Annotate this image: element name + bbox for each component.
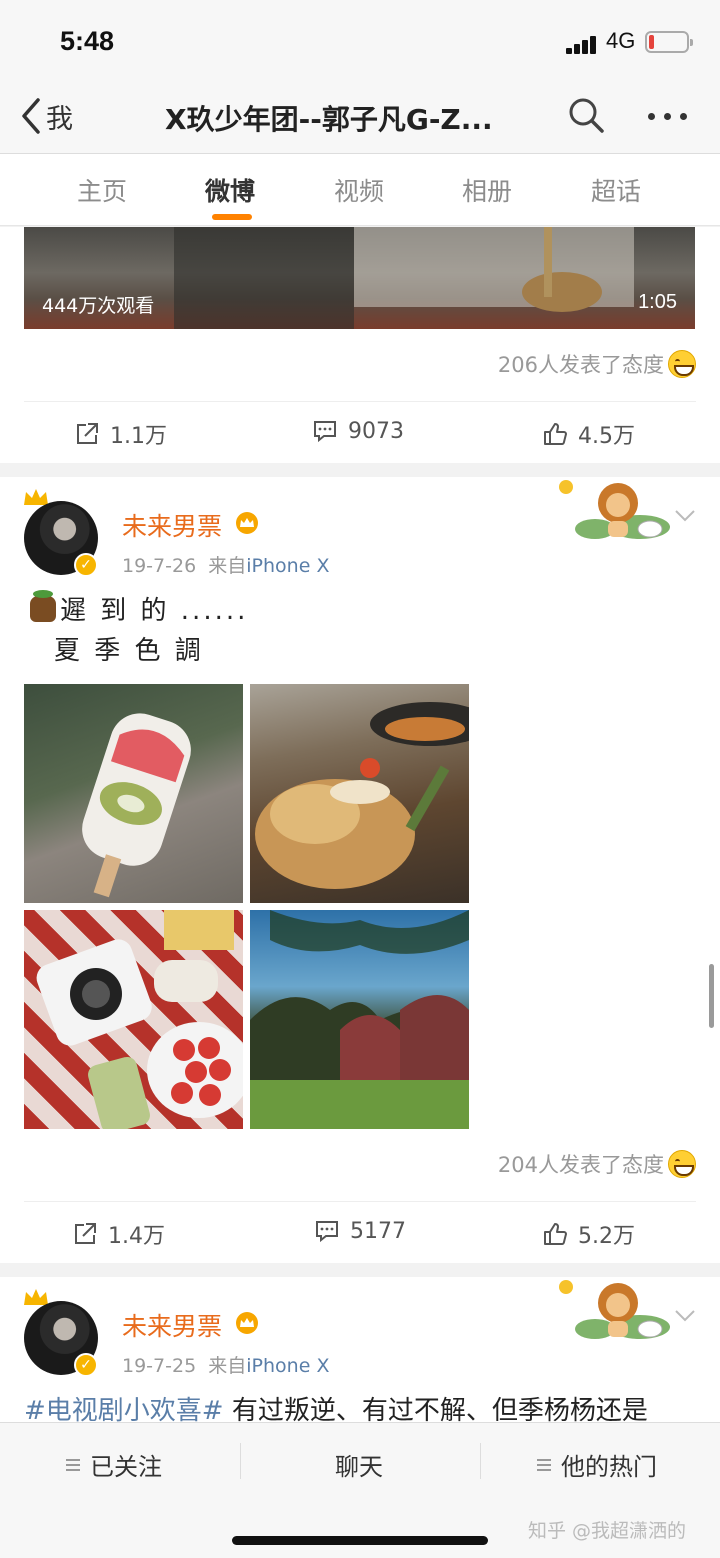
- divider: [0, 1263, 720, 1277]
- reactions-text: 206人发表了态度: [497, 353, 664, 377]
- vip-crown-icon: [236, 1312, 258, 1334]
- status-time: 5:48: [60, 26, 115, 56]
- like-button[interactable]: 4.5万: [542, 418, 635, 450]
- share-icon: [77, 423, 98, 444]
- repost-count: 1.4万: [108, 1224, 165, 1249]
- active-tab-indicator: [212, 214, 252, 220]
- more-button[interactable]: [646, 100, 690, 130]
- tab-video[interactable]: 视频: [334, 172, 384, 208]
- source-prefix: 来自: [208, 555, 247, 577]
- post-source[interactable]: iPhone X: [246, 555, 329, 577]
- tab-weibo[interactable]: 微博: [205, 172, 255, 208]
- post-actions: 1.1万 9073 4.5万: [24, 401, 696, 463]
- comment-button[interactable]: 9073: [312, 418, 404, 444]
- post-meta: 19-7-25 来自iPhone X: [122, 1351, 329, 1378]
- thumbs-up-icon: [544, 1223, 567, 1245]
- hot-posts-button[interactable]: 他的热门: [537, 1447, 657, 1482]
- search-button[interactable]: [566, 95, 606, 135]
- verified-badge-icon: ✓: [74, 1353, 98, 1377]
- verified-badge-icon: ✓: [74, 553, 98, 577]
- comment-button[interactable]: 5177: [314, 1218, 406, 1244]
- profile-tabs: 主页 微博 视频 相册 超话: [0, 154, 720, 226]
- username[interactable]: 未来男票: [122, 1307, 222, 1343]
- comment-count: 9073: [348, 418, 404, 444]
- post-actions: 1.4万 5177 5.2万: [24, 1201, 696, 1263]
- divider: [0, 463, 720, 477]
- photo-popsicle[interactable]: [24, 684, 243, 903]
- following-button[interactable]: 已关注: [66, 1447, 162, 1482]
- video-duration: 1:05: [638, 291, 677, 313]
- post-meta: 19-7-26 来自iPhone X: [122, 551, 329, 578]
- status-bar: 5:48 4G: [0, 0, 720, 80]
- battery-icon: [645, 31, 693, 53]
- post-header: ✓ 未来男票 19-7-26 来自iPhone X: [0, 477, 720, 577]
- post-text-line2: 夏 季 色 調: [54, 636, 204, 666]
- video-view-count: 444万次观看: [42, 295, 155, 317]
- divider: [480, 1443, 481, 1479]
- menu-icon: [66, 1456, 80, 1474]
- chevron-left-icon: [22, 98, 40, 134]
- repost-button[interactable]: 1.4万: [72, 1218, 165, 1250]
- comment-icon: [316, 1221, 338, 1243]
- like-count: 4.5万: [578, 424, 635, 449]
- network-type: 4G: [606, 28, 636, 53]
- post-date: 19-7-25: [122, 1355, 197, 1377]
- tab-super-topic[interactable]: 超话: [591, 172, 641, 208]
- username[interactable]: 未来男票: [122, 507, 222, 543]
- home-indicator[interactable]: [232, 1536, 488, 1545]
- tab-album[interactable]: 相册: [462, 172, 512, 208]
- groot-emoji-icon: [30, 590, 56, 622]
- signal-icon: [566, 34, 600, 54]
- chevron-down-icon[interactable]: [674, 1309, 696, 1323]
- share-icon: [75, 1223, 96, 1244]
- hot-posts-label: 他的热门: [561, 1453, 657, 1481]
- post-date: 19-7-26: [122, 555, 197, 577]
- laugh-emoji-icon: [668, 1150, 696, 1178]
- post-header: ✓ 未来男票 19-7-25 来自iPhone X: [0, 1277, 720, 1377]
- weibo-profile-screen: { "status_bar": { "time": "5:48", "netwo…: [0, 0, 720, 1558]
- like-count: 5.2万: [578, 1224, 635, 1249]
- post-source[interactable]: iPhone X: [246, 1355, 329, 1377]
- repost-button[interactable]: 1.1万: [74, 418, 167, 450]
- post-text: 遲 到 的 ...... 夏 季 色 調: [30, 590, 249, 671]
- tab-home[interactable]: 主页: [77, 172, 127, 208]
- lion-sticker-icon: [559, 480, 670, 539]
- back-button[interactable]: 我: [20, 96, 73, 136]
- chat-label: 聊天: [335, 1453, 383, 1481]
- lion-sticker-icon: [559, 1280, 670, 1339]
- post-card: 444万次观看 1:05 206人发表了态度 1.1万 9073 4.5万: [0, 227, 720, 463]
- page-title: X玖少年团--郭子凡G-Z...: [165, 103, 493, 136]
- comment-count: 5177: [350, 1218, 406, 1244]
- source-prefix: 来自: [208, 1355, 247, 1377]
- laugh-emoji-icon: [668, 350, 696, 378]
- reactions-summary[interactable]: 206人发表了态度: [498, 349, 696, 379]
- comment-icon: [314, 421, 336, 443]
- search-icon: [569, 98, 604, 133]
- photo-food[interactable]: [250, 684, 469, 903]
- post-card: ✓ 未来男票 19-7-26 来自iPhone X 遲 到 的 ...... 夏…: [0, 477, 720, 1263]
- back-label: 我: [46, 103, 73, 135]
- nav-bar: 我 X玖少年团--郭子凡G-Z...: [0, 80, 720, 154]
- repost-count: 1.1万: [110, 424, 167, 449]
- following-label: 已关注: [90, 1453, 162, 1481]
- reactions-summary[interactable]: 204人发表了态度: [498, 1149, 696, 1179]
- divider: [240, 1443, 241, 1479]
- post-text-line1: 遲 到 的 ......: [60, 596, 249, 626]
- photo-picnic[interactable]: [24, 910, 243, 1129]
- vip-crown-icon: [236, 512, 258, 534]
- chat-button[interactable]: 聊天: [335, 1447, 383, 1482]
- chevron-down-icon[interactable]: [674, 509, 696, 523]
- thumbs-up-icon: [544, 423, 567, 445]
- photo-garden[interactable]: [250, 910, 469, 1129]
- menu-icon: [537, 1456, 551, 1474]
- watermark: 知乎 @我超潇洒的: [528, 1520, 687, 1542]
- video-player[interactable]: 444万次观看 1:05: [24, 227, 695, 329]
- scroll-indicator[interactable]: [709, 964, 714, 1028]
- reactions-text: 204人发表了态度: [497, 1153, 664, 1177]
- like-button[interactable]: 5.2万: [542, 1218, 635, 1250]
